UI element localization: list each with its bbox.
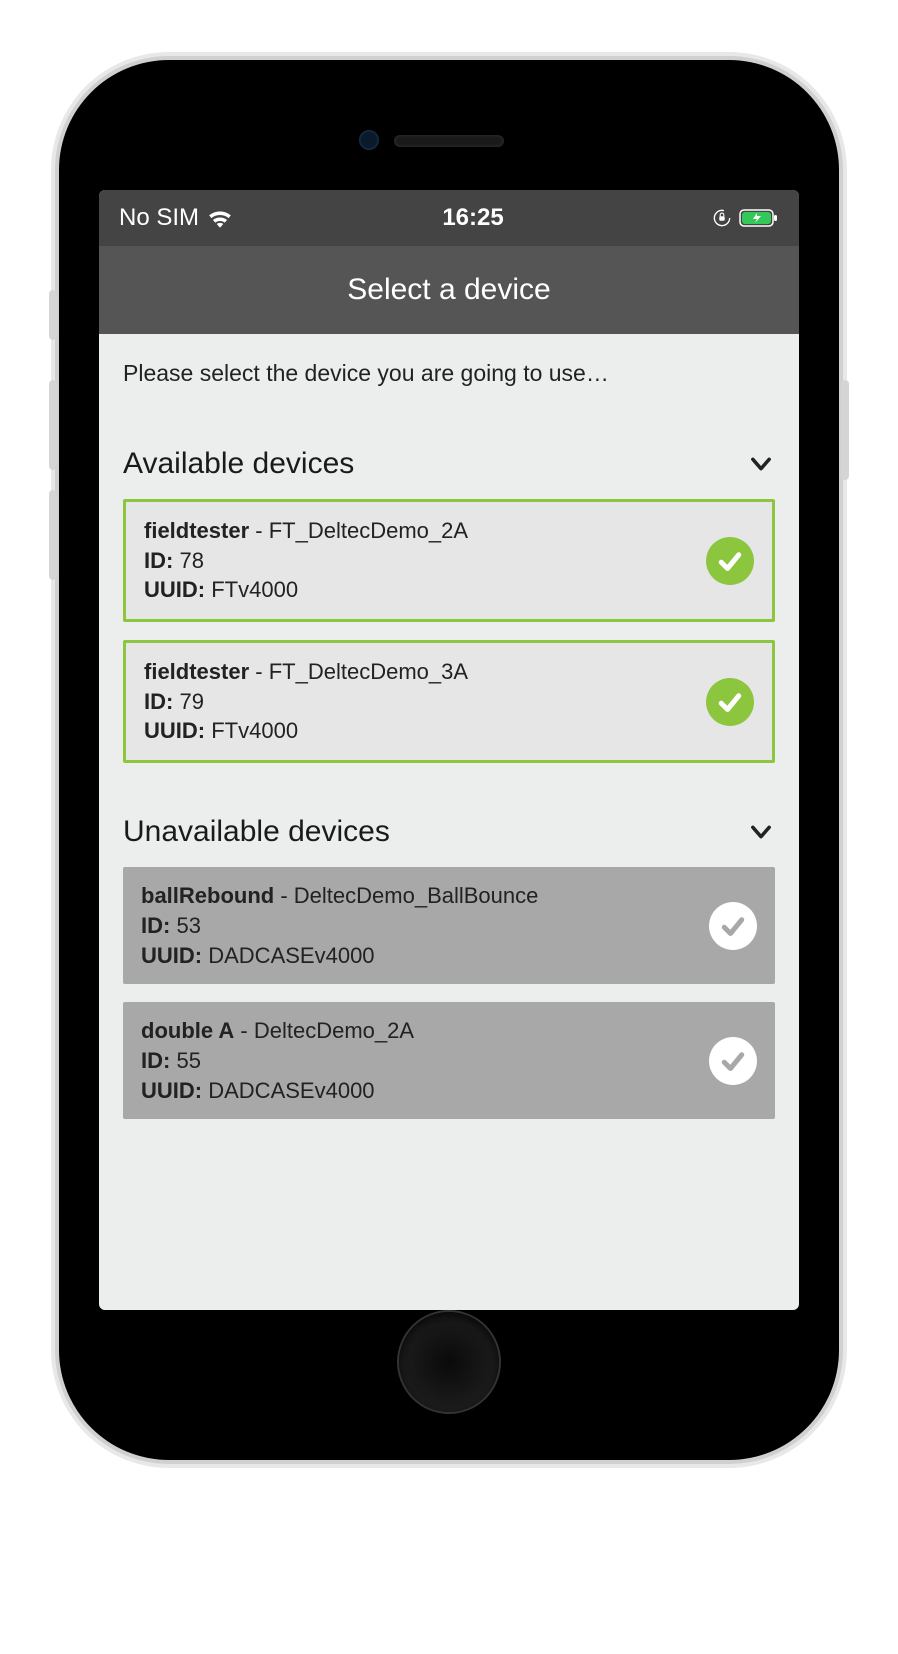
device-uuid-value: DADCASEv4000 <box>208 1078 374 1103</box>
unavailable-section-header[interactable]: Unavailable devices <box>123 815 775 849</box>
check-icon <box>709 1037 757 1085</box>
available-device-card[interactable]: fieldtester - FT_DeltecDemo_2A ID: 78 UU <box>123 499 775 622</box>
device-id-label: ID: <box>141 913 170 938</box>
device-id-value: 79 <box>179 689 203 714</box>
power-button <box>841 380 849 480</box>
check-icon <box>706 678 754 726</box>
device-info: ballRebound - DeltecDemo_BallBounce ID: … <box>141 881 709 970</box>
device-type: double A <box>141 1018 234 1043</box>
device-uuid-value: DADCASEv4000 <box>208 943 374 968</box>
device-type: fieldtester <box>144 518 249 543</box>
available-section-header[interactable]: Available devices <box>123 447 775 481</box>
status-left: No SIM <box>119 204 233 232</box>
device-info: fieldtester - FT_DeltecDemo_3A ID: 79 UU <box>144 657 706 746</box>
device-id-label: ID: <box>144 689 173 714</box>
device-id-label: ID: <box>144 548 173 573</box>
available-section-title: Available devices <box>123 447 354 481</box>
content-area: Please select the device you are going t… <box>99 334 799 1310</box>
device-name: DeltecDemo_2A <box>254 1018 414 1043</box>
unavailable-device-card[interactable]: double A - DeltecDemo_2A ID: 55 UUID: <box>123 1002 775 1119</box>
unavailable-section-title: Unavailable devices <box>123 815 390 849</box>
device-info: fieldtester - FT_DeltecDemo_2A ID: 78 UU <box>144 516 706 605</box>
wifi-icon <box>207 208 233 228</box>
device-uuid-label: UUID: <box>144 718 205 743</box>
chevron-down-icon <box>747 450 775 478</box>
instruction-text: Please select the device you are going t… <box>123 360 775 387</box>
earpiece-speaker <box>394 135 504 147</box>
device-uuid-label: UUID: <box>141 943 202 968</box>
unavailable-device-card[interactable]: ballRebound - DeltecDemo_BallBounce ID: … <box>123 867 775 984</box>
device-uuid-label: UUID: <box>141 1078 202 1103</box>
battery-charging-icon <box>739 208 779 228</box>
device-name: DeltecDemo_BallBounce <box>294 883 539 908</box>
chevron-down-icon <box>747 818 775 846</box>
mute-switch <box>49 290 57 340</box>
screen: No SIM 16:25 <box>99 190 799 1310</box>
device-id-value: 78 <box>179 548 203 573</box>
page-title: Select a device <box>347 273 550 307</box>
phone-frame: No SIM 16:25 <box>59 60 839 1460</box>
device-uuid-value: FTv4000 <box>211 718 298 743</box>
device-id-value: 55 <box>176 1048 200 1073</box>
volume-up-button <box>49 380 57 470</box>
device-type: fieldtester <box>144 659 249 684</box>
device-type: ballRebound <box>141 883 274 908</box>
check-icon <box>709 902 757 950</box>
available-device-card[interactable]: fieldtester - FT_DeltecDemo_3A ID: 79 UU <box>123 640 775 763</box>
device-uuid-value: FTv4000 <box>211 577 298 602</box>
orientation-lock-icon <box>713 209 731 227</box>
device-name: FT_DeltecDemo_3A <box>269 659 468 684</box>
status-bar: No SIM 16:25 <box>99 190 799 246</box>
check-icon <box>706 537 754 585</box>
status-time: 16:25 <box>442 204 503 232</box>
front-camera <box>359 130 379 150</box>
home-button[interactable] <box>399 1312 499 1412</box>
device-name: FT_DeltecDemo_2A <box>269 518 468 543</box>
app-header: Select a device <box>99 246 799 334</box>
device-id-value: 53 <box>176 913 200 938</box>
carrier-text: No SIM <box>119 204 199 232</box>
status-right <box>713 208 779 228</box>
device-info: double A - DeltecDemo_2A ID: 55 UUID: <box>141 1016 709 1105</box>
volume-down-button <box>49 490 57 580</box>
device-uuid-label: UUID: <box>144 577 205 602</box>
device-id-label: ID: <box>141 1048 170 1073</box>
